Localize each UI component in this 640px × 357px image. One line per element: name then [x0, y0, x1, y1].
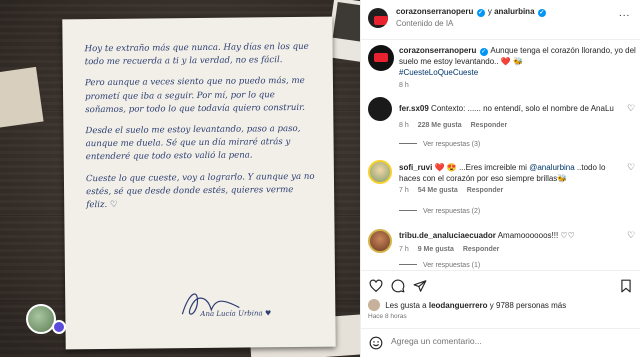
post-header: corazonserranoperu ✓ y analurbina ✓ Cont… — [361, 0, 640, 40]
letter-paragraph: Desde el suelo me estoy levantando, paso… — [85, 123, 301, 163]
letter-paragraph: Pero aunque a veces siento que no puedo … — [84, 76, 306, 115]
author-username[interactable]: corazonserranoperu — [396, 7, 473, 16]
letter-paragraph: Cueste lo que cueste, voy a lograrlo. Y … — [85, 171, 315, 211]
view-replies[interactable]: Ver respuestas (1) — [399, 262, 480, 269]
caption-time: 8 h — [399, 82, 409, 89]
comment-icon[interactable] — [391, 279, 405, 293]
background-paper — [0, 66, 44, 129]
ai-content-label[interactable]: Contenido de IA — [396, 19, 453, 28]
post-actions: Les gusta a leodanguerrero y 9788 person… — [361, 270, 640, 355]
post-image[interactable]: Hoy te extraño más que nunca. Hay días e… — [0, 0, 360, 357]
header-avatar[interactable] — [368, 8, 388, 28]
comment-input[interactable] — [391, 336, 591, 346]
handwritten-letter: Hoy te extraño más que nunca. Hay días e… — [62, 16, 336, 350]
comment-time: 7 h — [399, 187, 409, 194]
replies-label[interactable]: Ver respuestas (1) — [423, 262, 480, 269]
comment-username[interactable]: tribu.de_analuciaecuador — [399, 231, 496, 240]
share-icon[interactable] — [413, 279, 427, 293]
replies-line — [399, 210, 417, 211]
comment-avatar[interactable] — [368, 97, 392, 121]
view-replies[interactable]: Ver respuestas (2) — [399, 208, 480, 215]
replies-line — [399, 143, 417, 144]
replies-label[interactable]: Ver respuestas (3) — [423, 141, 480, 148]
comment-like-icon[interactable]: ♡ — [627, 162, 635, 173]
comment-username[interactable]: sofi_ruvi — [399, 163, 432, 172]
comment-likes[interactable]: 9 Me gusta — [418, 246, 454, 253]
likes-suffix[interactable]: y 9788 personas más — [490, 301, 567, 310]
emoji-icon[interactable] — [369, 336, 383, 350]
signature: Ana Lucía Urbina ♥ — [200, 309, 272, 318]
comment-mention[interactable]: @analurbina — [529, 163, 574, 172]
joiner-text: y — [487, 7, 492, 16]
verified-icon: ✓ — [479, 48, 488, 56]
comment-meta: 7 h 9 Me gusta Responder — [399, 246, 506, 253]
caption: corazonserranoperu ✓ Aunque tenga el cor… — [399, 45, 637, 78]
caption-username[interactable]: corazonserranoperu — [399, 46, 476, 55]
comment-meta: 7 h 54 Me gusta Responder — [399, 187, 510, 194]
comment-avatar[interactable] — [368, 229, 392, 253]
save-icon[interactable] — [619, 279, 633, 293]
replies-line — [399, 264, 417, 265]
liker-username[interactable]: leodanguerrero — [429, 301, 488, 310]
comments-panel: corazonserranoperu ✓ y analurbina ✓ Cont… — [360, 0, 640, 357]
post-age: Hace 8 horas — [368, 313, 407, 320]
comment-like-icon[interactable]: ♡ — [627, 103, 635, 114]
verified-icon: ✓ — [476, 9, 485, 17]
comment-body: sofi_ruvi ❤️ 😍 ...Eres imcreible mi @ana… — [399, 162, 619, 184]
comment-like-icon[interactable]: ♡ — [627, 230, 635, 241]
comment-time: 8 h — [399, 122, 409, 129]
reply-button[interactable]: Responder — [471, 122, 508, 129]
reply-button[interactable]: Responder — [467, 187, 504, 194]
likes-summary: Les gusta a leodanguerrero y 9788 person… — [368, 299, 566, 311]
comment-body: fer.sx09 Contexto: ...... no entendí, so… — [399, 103, 619, 114]
comment-avatar[interactable] — [368, 160, 392, 184]
likes-prefix: Les gusta a — [385, 301, 427, 310]
letter-paragraph: Hoy te extraño más que nunca. Hay días e… — [84, 41, 309, 68]
like-icon[interactable] — [369, 279, 383, 293]
comment-text: ❤️ 😍 ...Eres imcreible mi — [434, 163, 527, 172]
tag-badge[interactable] — [52, 320, 66, 334]
add-comment-row — [361, 328, 640, 356]
replies-label[interactable]: Ver respuestas (2) — [423, 208, 480, 215]
reply-button[interactable]: Responder — [463, 246, 500, 253]
letter-body: Hoy te extraño más que nunca. Hay días e… — [85, 41, 317, 221]
comment-time: 7 h — [399, 246, 409, 253]
author-names: corazonserranoperu ✓ y analurbina ✓ — [396, 7, 547, 17]
more-options-icon[interactable]: ... — [619, 8, 630, 19]
liker-avatar[interactable] — [368, 299, 380, 311]
view-replies[interactable]: Ver respuestas (3) — [399, 141, 480, 148]
caption-avatar[interactable] — [368, 45, 394, 71]
comment-likes[interactable]: 54 Me gusta — [418, 187, 458, 194]
comment-text: Amamoooooos!!! ♡♡ — [497, 231, 575, 240]
caption-hashtag[interactable]: #CuesteLoQueCueste — [399, 68, 478, 77]
comment-text: Contexto: ...... no entendí, solo el nom… — [431, 104, 614, 113]
coauthor-username[interactable]: analurbina — [494, 7, 534, 16]
comment-meta: 8 h 228 Me gusta Responder — [399, 122, 514, 129]
comment-username[interactable]: fer.sx09 — [399, 104, 429, 113]
comment-body: tribu.de_analuciaecuador Amamoooooos!!! … — [399, 230, 619, 241]
verified-icon: ✓ — [537, 9, 546, 17]
comment-likes[interactable]: 228 Me gusta — [418, 122, 462, 129]
